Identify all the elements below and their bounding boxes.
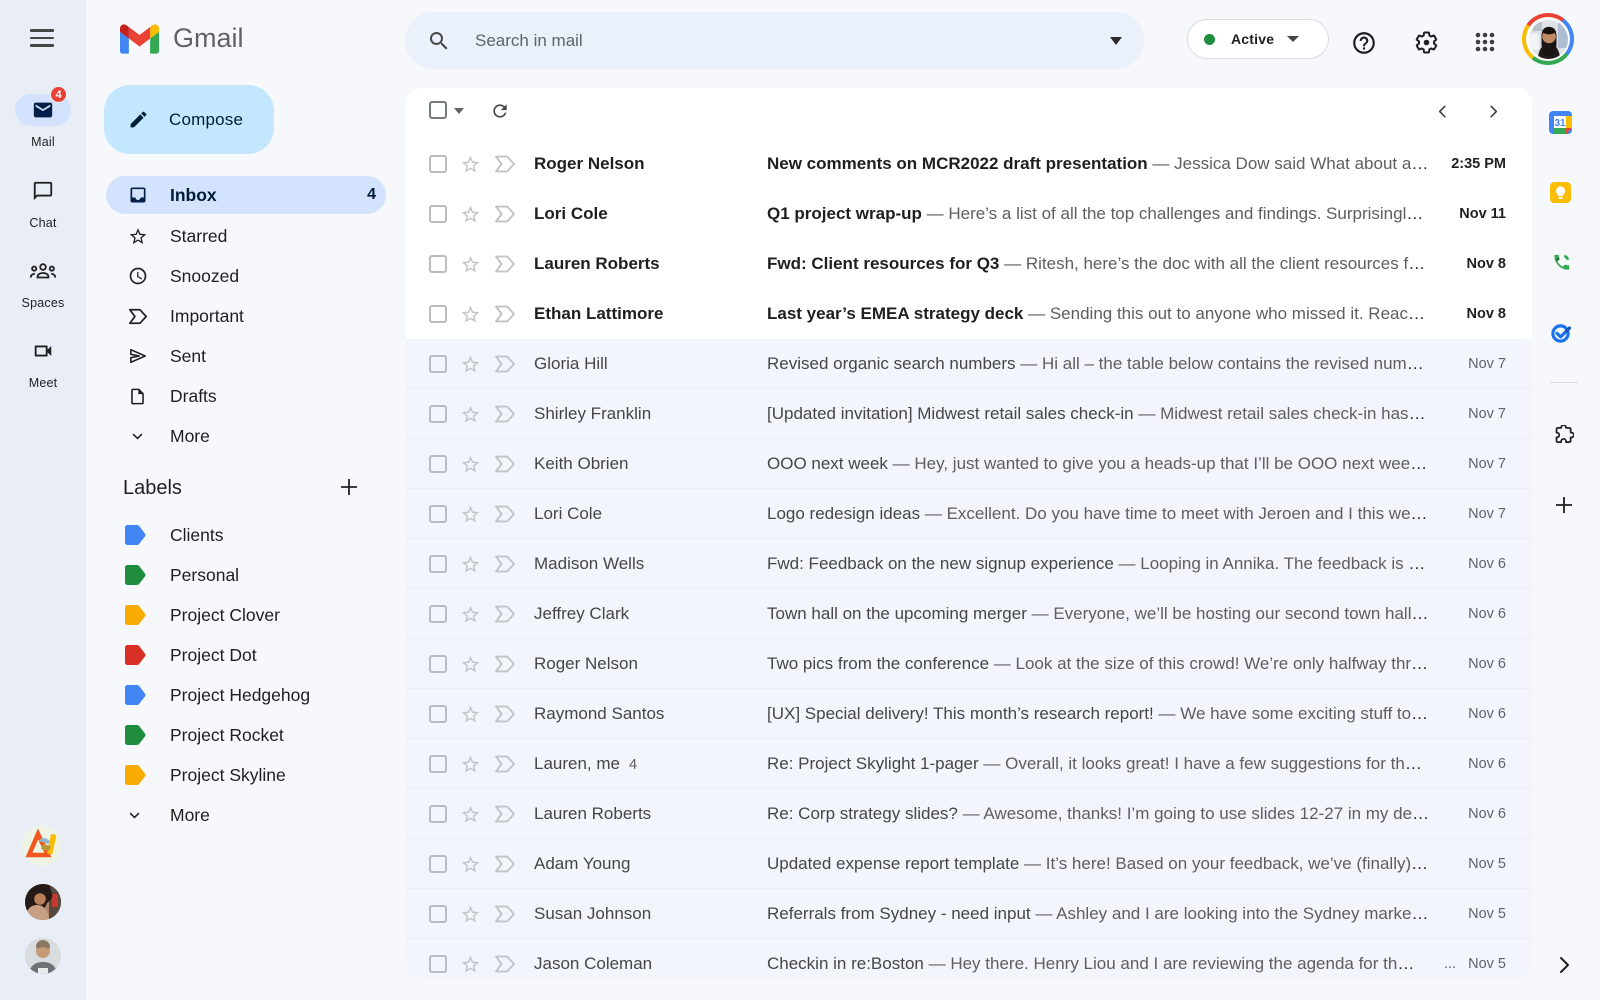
svg-text:31: 31	[1554, 118, 1566, 129]
